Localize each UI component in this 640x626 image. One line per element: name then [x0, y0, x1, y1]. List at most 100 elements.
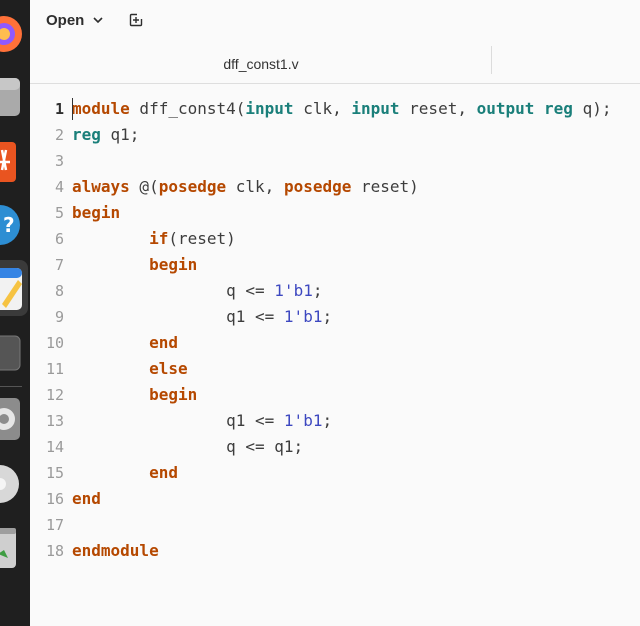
line-number: 5 — [54, 204, 64, 222]
text-editor-icon[interactable] — [0, 266, 26, 316]
code-editor[interactable]: 1 2 3 4 5 6 7 8 9 10 11 12 13 14 15 16 17 18 module dff_c… — [30, 84, 640, 626]
keyword-token: module — [72, 99, 130, 118]
header-bar: Open — [30, 0, 640, 44]
number-token: 1'b1 — [283, 307, 323, 326]
keyword-token: end — [149, 333, 178, 352]
code-line[interactable]: end — [72, 330, 640, 356]
text-token: q <= q1; — [72, 437, 304, 456]
svg-text:?: ? — [3, 213, 15, 237]
code-line[interactable] — [72, 512, 640, 538]
keyword-token: end — [149, 463, 178, 482]
code-line[interactable] — [72, 148, 640, 174]
type-token: output — [476, 99, 535, 118]
text-token: clk, — [293, 99, 352, 118]
text-token: q1 <= — [72, 411, 284, 430]
line-number: 17 — [45, 516, 64, 534]
code-line[interactable]: end — [72, 460, 640, 486]
code-line[interactable]: q <= q1; — [72, 434, 640, 460]
text-token: q); — [572, 99, 612, 118]
line-number: 8 — [54, 282, 64, 300]
software-center-icon[interactable] — [0, 136, 24, 190]
line-number: 12 — [45, 386, 64, 404]
code-line[interactable]: end — [72, 486, 640, 512]
open-button[interactable]: Open — [38, 6, 112, 34]
text-token: q <= — [72, 281, 275, 300]
keyword-token: begin — [72, 203, 121, 222]
code-line[interactable]: q <= 1'b1; — [72, 278, 640, 304]
open-button-label: Open — [46, 11, 85, 29]
code-line[interactable]: begin — [72, 252, 640, 278]
code-line[interactable]: if(reset) — [72, 226, 640, 252]
type-token: input — [351, 99, 400, 118]
text-token: q1 <= — [72, 307, 284, 326]
code-area[interactable]: module dff_const4(input clk, input reset… — [72, 96, 640, 564]
text-token: ; — [312, 281, 323, 300]
code-line[interactable]: else — [72, 356, 640, 382]
text-token: (reset) — [168, 229, 236, 248]
line-number: 7 — [54, 256, 64, 274]
type-token: reg — [72, 125, 101, 144]
dock-separator — [0, 386, 22, 387]
chevron-down-icon — [93, 17, 103, 24]
text-token: ; — [322, 307, 333, 326]
code-line[interactable]: begin — [72, 200, 640, 226]
line-number: 13 — [45, 412, 64, 430]
code-line[interactable]: endmodule — [72, 538, 640, 564]
line-number: 4 — [54, 178, 64, 196]
tab-bar: dff_const1.v — [30, 44, 640, 84]
text-cursor — [72, 98, 73, 120]
disc-icon[interactable] — [0, 462, 24, 510]
firefox-icon[interactable] — [0, 14, 24, 58]
keyword-token: end — [72, 489, 101, 508]
line-number: 3 — [54, 152, 64, 170]
tab-label: dff_const1.v — [223, 56, 299, 72]
line-number: 2 — [54, 126, 64, 144]
help-icon[interactable]: ? — [0, 200, 24, 254]
keyword-token: else — [149, 359, 188, 378]
code-line[interactable]: module dff_const4(input clk, input reset… — [72, 96, 640, 122]
line-number: 9 — [54, 308, 64, 326]
tab-divider — [491, 46, 492, 74]
line-number: 16 — [45, 490, 64, 508]
keyword-token: posedge — [158, 177, 227, 196]
terminal-icon[interactable] — [0, 334, 24, 378]
code-line[interactable]: begin — [72, 382, 640, 408]
line-number: 11 — [45, 360, 64, 378]
tab-dff-const1[interactable]: dff_const1.v — [30, 44, 492, 84]
text-token: dff_const4( — [129, 99, 246, 118]
new-tab-button[interactable] — [124, 8, 148, 32]
text-token: clk, — [226, 177, 284, 196]
keyword-token: always — [72, 177, 130, 196]
settings-gear-icon[interactable] — [0, 396, 24, 448]
type-token: reg — [544, 99, 573, 118]
trash-icon[interactable] — [0, 524, 24, 576]
code-line[interactable]: always @(posedge clk, posedge reset) — [72, 174, 640, 200]
code-line[interactable]: q1 <= 1'b1; — [72, 304, 640, 330]
line-number: 18 — [45, 542, 64, 560]
code-line[interactable]: q1 <= 1'b1; — [72, 408, 640, 434]
ubuntu-dock: ? — [0, 0, 30, 626]
line-number: 14 — [45, 438, 64, 456]
keyword-token: endmodule — [72, 541, 159, 560]
type-token: input — [245, 99, 294, 118]
files-icon[interactable] — [0, 76, 24, 124]
keyword-token: posedge — [283, 177, 352, 196]
line-number: 6 — [54, 230, 64, 248]
line-number: 1 — [54, 100, 64, 118]
new-tab-icon — [129, 13, 143, 27]
keyword-token: begin — [149, 385, 198, 404]
code-line[interactable]: reg q1; — [72, 122, 640, 148]
line-number: 10 — [45, 334, 64, 352]
text-token: reset) — [351, 177, 419, 196]
keyword-token: if — [149, 229, 169, 248]
line-number-gutter: 1 2 3 4 5 6 7 8 9 10 11 12 13 14 15 16 17 18 — [30, 96, 64, 564]
text-token: reset, — [399, 99, 477, 118]
number-token: 1'b1 — [274, 281, 313, 300]
keyword-token: begin — [149, 255, 198, 274]
